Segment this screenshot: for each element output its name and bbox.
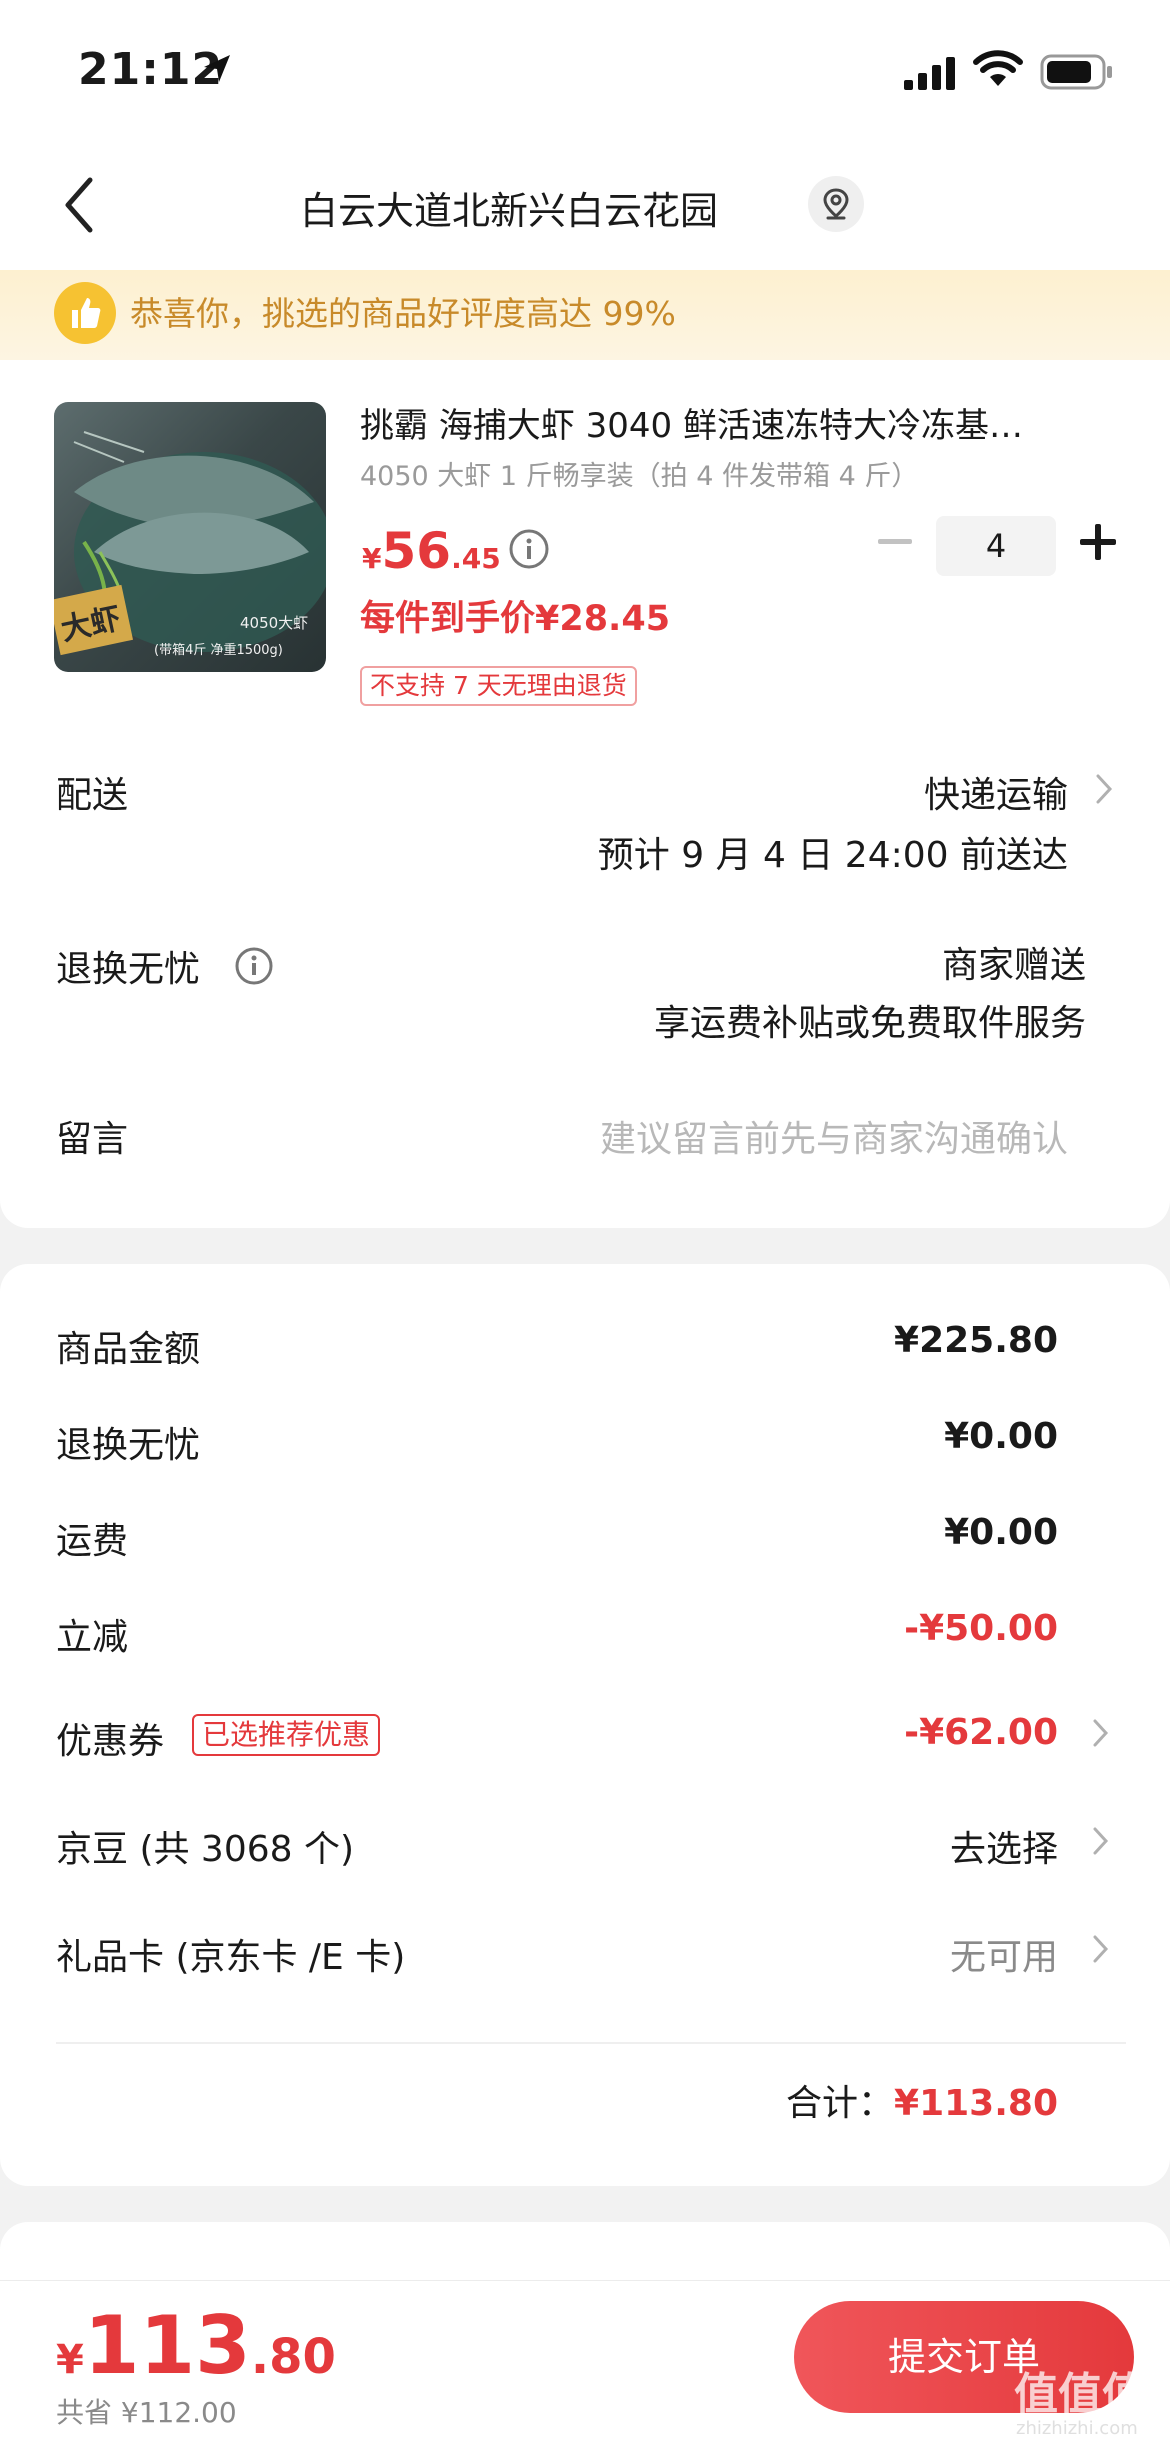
payable-amount: ¥113.80 (56, 2299, 336, 2392)
payable-symbol: ¥ (56, 2337, 84, 2383)
chevron-right-icon[interactable] (1092, 1826, 1110, 1856)
giftcard-label: 礼品卡 (京东卡 /E 卡) (56, 1937, 406, 1978)
location-arrow-icon (204, 55, 230, 82)
jingdou-select[interactable]: 去选择 (950, 1820, 1058, 1872)
praise-banner: 恭喜你，挑选的商品好评度高达 99% (0, 270, 1170, 360)
price-integer: 56 (381, 522, 452, 580)
goods-amount-value: ¥225.80 (894, 1320, 1058, 1361)
saved-amount: 共省 ¥112.00 (56, 2396, 237, 2429)
bottom-bar: ¥113.80 共省 ¥112.00 提交订单 (0, 2280, 1170, 2445)
watermark-logo: 值值值 (1014, 2369, 1146, 2420)
no-return-tag: 不支持 7 天无理由退货 (360, 666, 637, 706)
product-image[interactable]: 大虾 4050大虾 (带箱4斤 净重1500g) (54, 402, 326, 672)
quantity-input[interactable]: 4 (936, 516, 1056, 576)
nav-bar: 白云大道北新兴白云花园 (0, 140, 1170, 270)
goods-amount-label: 商品金额 (56, 1329, 201, 1370)
thumbs-up-icon (54, 282, 116, 344)
price-symbol: ¥ (362, 542, 382, 575)
price-decimal: .45 (451, 542, 501, 575)
divider (56, 2042, 1126, 2044)
order-total: 合计：¥113.80 (786, 2074, 1058, 2126)
total-label: 合计： (786, 2083, 895, 2124)
worry-free-info-icon[interactable] (234, 946, 274, 986)
battery-icon (1040, 54, 1112, 90)
delivery-label: 配送 (56, 775, 129, 816)
minus-icon[interactable] (878, 538, 912, 546)
worry-free-value: 商家赠送 (941, 945, 1086, 986)
order-card: 恭喜你，挑选的商品好评度高达 99% 大虾 4050大虾 (带箱4斤 净重150… (0, 270, 1170, 1228)
chevron-right-icon[interactable] (1094, 772, 1114, 806)
instant-discount-label: 立减 (56, 1617, 129, 1658)
checkout-page: 21:12 白云大道北新兴白云花园 恭喜你，挑选的商品好评度高达 99% 大虾 … (0, 0, 1170, 2445)
delivery-eta: 预计 9 月 4 日 24:00 前送达 (597, 835, 1068, 876)
payable-decimal: .80 (250, 2329, 336, 2385)
coupon-recommended-tag: 已选推荐优惠 (192, 1714, 381, 1756)
location-pin-icon (823, 188, 849, 220)
location-button[interactable] (808, 176, 864, 232)
shipping-label: 运费 (56, 1521, 129, 1562)
status-bar: 21:12 (0, 0, 1170, 140)
praise-text: 恭喜你，挑选的商品好评度高达 99% (130, 294, 676, 333)
worry-free-desc: 享运费补贴或免费取件服务 (653, 1003, 1086, 1044)
shipping-value: ¥0.00 (944, 1512, 1058, 1553)
message-label: 留言 (56, 1119, 129, 1160)
price-info-icon[interactable] (508, 528, 550, 570)
price-summary-card: 商品金额 ¥225.80 退换无忧 ¥0.00 运费 ¥0.00 立减 -¥50… (0, 1264, 1170, 2186)
jingdou-label: 京豆 (共 3068 个) (56, 1829, 355, 1870)
plus-icon[interactable] (1080, 524, 1116, 560)
address-title[interactable]: 白云大道北新兴白云花园 (300, 180, 718, 235)
total-amount: ¥113.80 (894, 2083, 1058, 2124)
coupon-value[interactable]: -¥62.00 (904, 1712, 1058, 1753)
image-caption-1: 4050大虾 (240, 614, 308, 632)
watermark-url: zhizhizhi.com (1016, 2418, 1138, 2439)
back-icon[interactable] (50, 170, 110, 240)
product-title[interactable]: 挑霸 海捕大虾 3040 鲜活速冻特大冷冻基… (360, 398, 1120, 447)
wifi-icon (973, 50, 1023, 86)
unit-price: 每件到手价¥28.45 (360, 599, 671, 639)
image-caption-2: (带箱4斤 净重1500g) (154, 642, 283, 658)
worry-free-label: 退换无忧 (56, 949, 201, 990)
giftcard-value[interactable]: 无可用 (950, 1928, 1058, 1980)
chevron-right-icon[interactable] (1092, 1934, 1110, 1964)
instant-discount-value: -¥50.00 (904, 1608, 1058, 1649)
payable-integer: 113 (83, 2299, 251, 2392)
worry-free-fee-value: ¥0.00 (944, 1416, 1058, 1457)
product-price: ¥56.45 (362, 522, 501, 580)
product-spec: 4050 大虾 1 斤畅享装（拍 4 件发带箱 4 斤） (360, 461, 919, 492)
signal-icon (904, 57, 955, 90)
coupon-label: 优惠券 (56, 1721, 165, 1762)
delivery-method[interactable]: 快递运输 (924, 766, 1068, 818)
message-input[interactable]: 建议留言前先与商家沟通确认 (600, 1110, 1068, 1162)
chevron-right-icon[interactable] (1092, 1718, 1110, 1748)
worry-free-fee-label: 退换无忧 (56, 1425, 201, 1466)
